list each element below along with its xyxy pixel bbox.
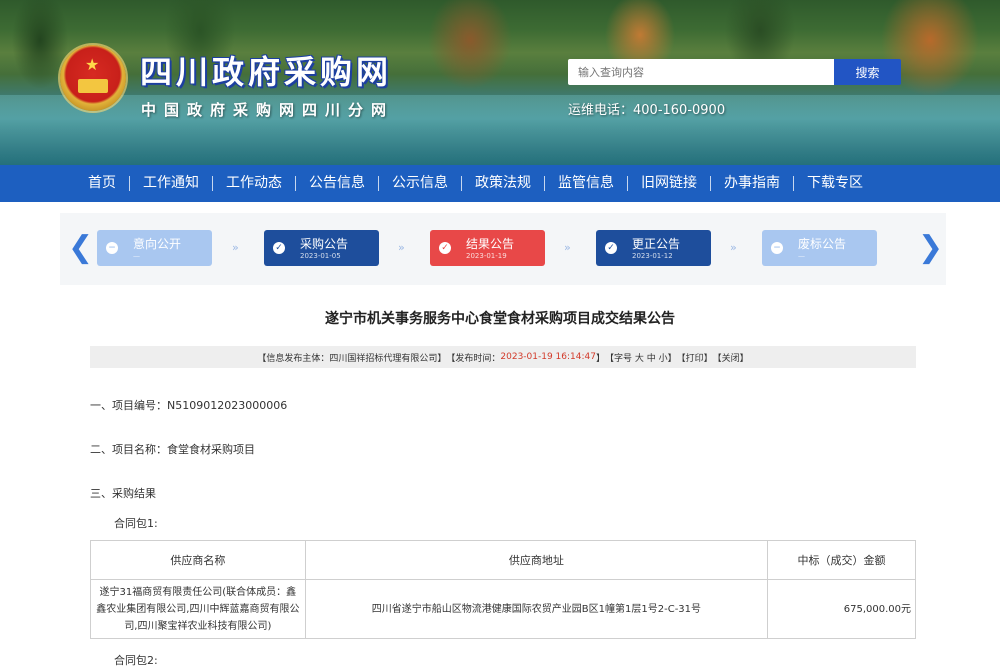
step-date: — <box>798 252 805 260</box>
supplier-address: 四川省遂宁市船山区物流港健康国际农贸产业园B区1幢第1层1号2-C-31号 <box>304 579 769 639</box>
nav-item-work-notices[interactable]: 工作通知 <box>130 165 212 202</box>
step-date: 2023-01-12 <box>632 252 673 260</box>
column-header-amount: 中标（成交）金额 <box>767 540 916 580</box>
step-procurement-notice[interactable]: ✓ 采购公告 2023-01-05 <box>264 230 379 266</box>
double-chevron-icon: ›› <box>564 241 571 254</box>
chevron-right-icon[interactable]: ❯ <box>918 233 943 263</box>
national-emblem-icon: ★ <box>60 45 126 111</box>
font-size-control[interactable]: 【字号 大 中 小】 <box>605 351 677 364</box>
support-hotline: 运维电话：400-160-0900 <box>568 103 726 118</box>
double-chevron-icon: ›› <box>232 241 239 254</box>
nav-item-guide[interactable]: 办事指南 <box>711 165 793 202</box>
award-amount: 675,000.00元 <box>767 579 916 639</box>
step-date: — <box>133 252 140 260</box>
step-label: 废标公告 <box>798 237 847 251</box>
article-title: 遂宁市机关事务服务中心食堂食材采购项目成交结果公告 <box>325 311 675 327</box>
step-label: 更正公告 <box>632 237 681 251</box>
info-publisher: 【信息发布主体：四川国祥招标代理有限公司】 <box>257 353 447 364</box>
step-date: 2023-01-19 <box>466 252 507 260</box>
search-input[interactable] <box>568 59 834 85</box>
article-info-bar: 【信息发布主体：四川国祥招标代理有限公司】 【发布时间： 2023-01-19 … <box>90 346 916 368</box>
step-label: 意向公开 <box>133 237 182 251</box>
contract-package-1: 合同包1: <box>114 517 158 530</box>
nav-item-downloads[interactable]: 下载专区 <box>794 165 876 202</box>
double-chevron-icon: ›› <box>398 241 405 254</box>
nav-item-announcements[interactable]: 公告信息 <box>296 165 378 202</box>
check-icon: ✓ <box>439 242 451 254</box>
nav-item-work-news[interactable]: 工作动态 <box>213 165 295 202</box>
supplier-name: 遂宁31福商贸有限责任公司(联合体成员：鑫鑫农业集团有限公司,四川中辉蓝嘉商贸有… <box>90 579 306 639</box>
step-label: 结果公告 <box>466 237 515 251</box>
step-date: 2023-01-05 <box>300 252 341 260</box>
nav-item-home[interactable]: 首页 <box>75 165 129 202</box>
check-icon: ✓ <box>273 242 285 254</box>
step-cancellation-notice[interactable]: − 废标公告 — <box>762 230 877 266</box>
site-title[interactable]: 四川政府采购网 <box>140 52 392 92</box>
minus-icon: − <box>771 242 783 254</box>
minus-icon: − <box>106 242 118 254</box>
project-name: 二、项目名称：食堂食材采购项目 <box>90 443 255 456</box>
check-icon: ✓ <box>605 242 617 254</box>
close-link[interactable]: 【关闭】 <box>713 351 749 364</box>
double-chevron-icon: ›› <box>730 241 737 254</box>
search-button[interactable]: 搜索 <box>834 59 901 85</box>
site-subtitle: 中国政府采购网四川分网 <box>141 101 395 119</box>
nav-item-old-site[interactable]: 旧网链接 <box>628 165 710 202</box>
table-row: 遂宁31福商贸有限责任公司(联合体成员：鑫鑫农业集团有限公司,四川中辉蓝嘉商贸有… <box>90 579 916 639</box>
main-nav: 首页 工作通知 工作动态 公告信息 公示信息 政策法规 监管信息 旧网链接 办事… <box>0 165 1000 202</box>
info-time-end: 】 <box>595 353 605 364</box>
step-label: 采购公告 <box>300 237 349 251</box>
result-table: 供应商名称 供应商地址 中标（成交）金额 遂宁31福商贸有限责任公司(联合体成员… <box>90 540 916 639</box>
nav-item-policies[interactable]: 政策法规 <box>462 165 544 202</box>
nav-item-publicity[interactable]: 公示信息 <box>379 165 461 202</box>
header-banner: ★ 四川政府采购网 中国政府采购网四川分网 搜索 运维电话：400-160-09… <box>0 0 1000 165</box>
column-header-supplier: 供应商名称 <box>90 540 306 580</box>
step-result-notice[interactable]: ✓ 结果公告 2023-01-19 <box>430 230 545 266</box>
nav-item-supervision[interactable]: 监管信息 <box>545 165 627 202</box>
contract-package-2: 合同包2: <box>114 654 158 667</box>
chevron-left-icon[interactable]: ❮ <box>68 233 93 263</box>
publish-time: 2023-01-19 16:14:47 <box>500 352 596 362</box>
project-number: 一、项目编号：N5109012023000006 <box>90 399 288 412</box>
procurement-process-steps: ❮ − 意向公开 — ›› ✓ 采购公告 2023-01-05 ›› ✓ 结果公… <box>60 213 946 285</box>
result-heading: 三、采购结果 <box>90 487 156 500</box>
print-link[interactable]: 【打印】 <box>677 351 713 364</box>
step-correction-notice[interactable]: ✓ 更正公告 2023-01-12 <box>596 230 711 266</box>
column-header-address: 供应商地址 <box>304 540 769 580</box>
info-time-label: 【发布时间： <box>446 353 501 364</box>
table-header-row: 供应商名称 供应商地址 中标（成交）金额 <box>90 540 916 580</box>
step-intent-disclosure[interactable]: − 意向公开 — <box>97 230 212 266</box>
